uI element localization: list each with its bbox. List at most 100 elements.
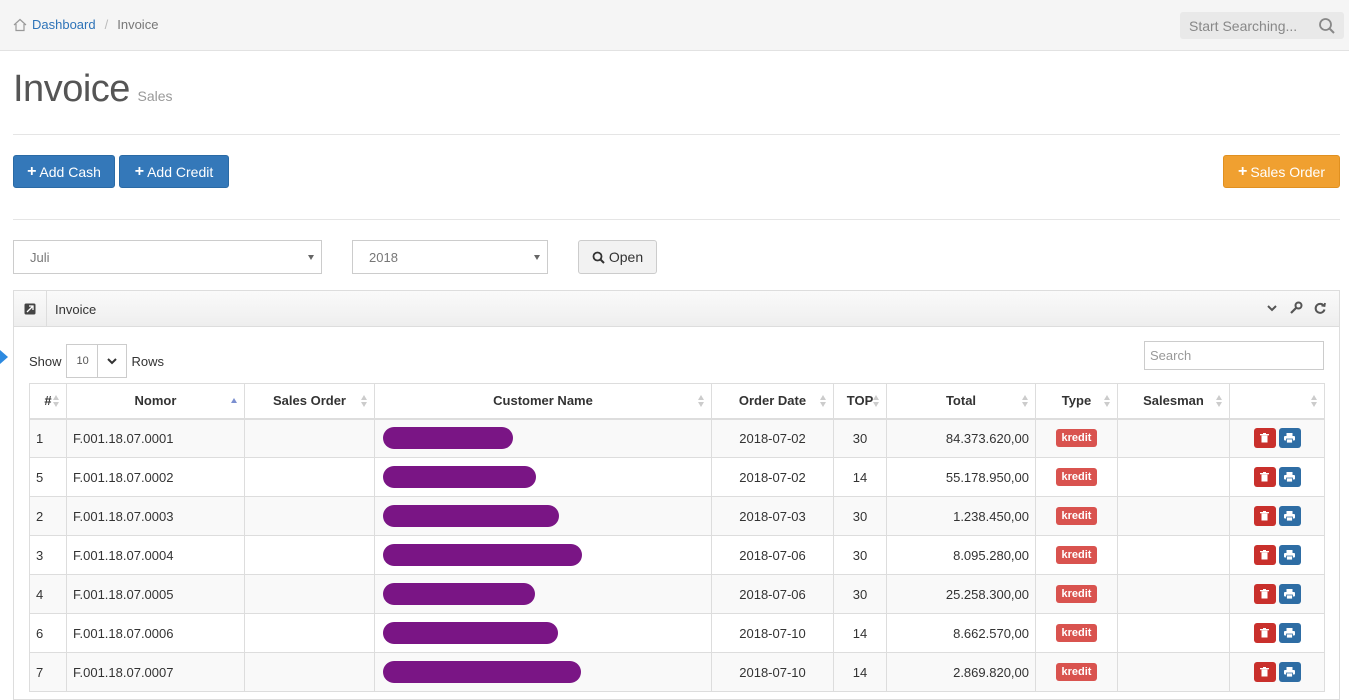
column-header[interactable]: Sales Order <box>244 383 375 420</box>
column-header[interactable] <box>1229 383 1325 420</box>
column-header[interactable]: Order Date <box>711 383 834 420</box>
top-bar: Dashboard / Invoice <box>0 0 1349 51</box>
delete-button[interactable] <box>1253 545 1276 565</box>
column-header-label: Type <box>1061 393 1092 409</box>
delete-button[interactable] <box>1253 428 1276 449</box>
row-actions <box>1236 428 1318 449</box>
cell-top: 30 <box>833 418 887 458</box>
print-button[interactable] <box>1278 506 1301 526</box>
delete-button[interactable] <box>1253 623 1276 643</box>
cell-type: kredit <box>1035 613 1118 653</box>
cell-customer-name <box>374 418 712 458</box>
cell-invoice-number: F.001.18.07.0001 <box>66 418 245 458</box>
plus-icon: + <box>1237 162 1248 180</box>
cell-total: 1.238.450,00 <box>886 496 1036 536</box>
row-actions <box>1236 545 1318 565</box>
page-length-value: 10 <box>76 355 89 367</box>
cell-total: 8.662.570,00 <box>886 613 1036 653</box>
page-subtitle: Sales <box>137 88 173 104</box>
table-row[interactable]: 2 F.001.18.07.0003 2018-07-03 30 1.238.450,0… <box>29 496 1325 536</box>
breadcrumb-dashboard-link[interactable]: Dashboard <box>32 17 96 32</box>
column-header-label: Customer Name <box>493 393 593 409</box>
cell-sales-order <box>244 535 375 575</box>
print-button[interactable] <box>1278 623 1301 643</box>
add-credit-label: Add Credit <box>147 163 214 180</box>
cell-type: kredit <box>1035 457 1118 497</box>
table-row[interactable]: 1 F.001.18.07.0001 2018-07-02 30 84.373.620,… <box>29 418 1325 458</box>
column-header[interactable]: TOP <box>833 383 887 420</box>
cell-customer-name <box>374 535 712 575</box>
cell-top: 14 <box>833 457 887 497</box>
page-length-select[interactable]: 10 <box>65 344 127 378</box>
collapse-arrow-icon[interactable] <box>0 350 8 364</box>
cell-sales-order <box>244 652 375 692</box>
cell-actions <box>1229 574 1325 614</box>
cell-sales-order <box>244 457 375 497</box>
cell-salesman <box>1117 574 1230 614</box>
print-button[interactable] <box>1278 584 1301 604</box>
delete-button[interactable] <box>1253 506 1276 526</box>
column-header[interactable]: Type <box>1035 383 1118 420</box>
print-button[interactable] <box>1278 467 1301 487</box>
column-header[interactable]: Nomor <box>66 383 245 420</box>
wrench-icon[interactable] <box>1289 301 1303 315</box>
add-cash-button[interactable]: + Add Cash <box>13 155 115 188</box>
table-row[interactable]: 5 F.001.18.07.0002 2018-07-02 14 55.178.950,… <box>29 457 1325 497</box>
redaction-scribble <box>383 622 558 644</box>
cell-order-date: 2018-07-10 <box>711 613 834 653</box>
row-actions <box>1236 662 1318 682</box>
column-header[interactable]: # <box>29 383 67 420</box>
chevron-down-icon[interactable] <box>1265 301 1279 315</box>
delete-button[interactable] <box>1253 467 1276 487</box>
table-row[interactable]: 7 F.001.18.07.0007 2018-07-10 14 2.869.820,0… <box>29 652 1325 692</box>
column-header[interactable]: Salesman <box>1117 383 1230 420</box>
cell-top: 14 <box>833 652 887 692</box>
cell-number: 2 <box>29 496 67 536</box>
year-select[interactable]: 2018 <box>352 240 548 274</box>
cell-salesman <box>1117 457 1230 497</box>
cell-top: 30 <box>833 496 887 536</box>
caret-down-icon <box>308 255 314 260</box>
table-row[interactable]: 4 F.001.18.07.0005 2018-07-06 30 25.258.300,… <box>29 574 1325 614</box>
cell-invoice-number: F.001.18.07.0005 <box>66 574 245 614</box>
month-select[interactable]: Juli <box>13 240 322 274</box>
cell-number: 1 <box>29 418 67 458</box>
print-button[interactable] <box>1278 545 1301 565</box>
cell-sales-order <box>244 418 375 458</box>
show-label: Show <box>29 353 62 369</box>
sales-order-label: Sales Order <box>1250 163 1326 180</box>
chevron-down-icon <box>96 345 126 377</box>
table-row[interactable]: 3 F.001.18.07.0004 2018-07-06 30 8.095.280,0… <box>29 535 1325 575</box>
refresh-icon[interactable] <box>1313 301 1327 315</box>
type-badge: kredit <box>1055 507 1098 525</box>
cell-actions <box>1229 496 1325 536</box>
print-icon <box>1284 511 1295 521</box>
cell-type: kredit <box>1035 496 1118 536</box>
delete-button[interactable] <box>1253 584 1276 604</box>
page-length-control: Show 10 Rows <box>29 344 164 378</box>
column-header[interactable]: Total <box>886 383 1036 420</box>
print-button[interactable] <box>1278 662 1301 682</box>
sales-order-button[interactable]: + Sales Order <box>1223 155 1340 188</box>
add-credit-button[interactable]: + Add Credit <box>119 155 229 188</box>
cell-invoice-number: F.001.18.07.0006 <box>66 613 245 653</box>
column-header[interactable]: Customer Name <box>374 383 712 420</box>
page-title: Invoice Sales <box>13 68 173 111</box>
cell-invoice-number: F.001.18.07.0004 <box>66 535 245 575</box>
table-search-input[interactable] <box>1144 341 1324 370</box>
print-button[interactable] <box>1278 428 1301 449</box>
open-button[interactable]: Open <box>578 240 657 274</box>
redaction-scribble <box>383 466 536 488</box>
delete-button[interactable] <box>1253 662 1276 682</box>
cell-salesman <box>1117 496 1230 536</box>
global-search <box>1180 12 1344 39</box>
table-row[interactable]: 6 F.001.18.07.0006 2018-07-10 14 8.662.570,0… <box>29 613 1325 653</box>
search-icon[interactable] <box>1318 17 1336 35</box>
cell-salesman <box>1117 535 1230 575</box>
cell-top: 30 <box>833 574 887 614</box>
sort-icon <box>698 395 705 407</box>
cell-invoice-number: F.001.18.07.0002 <box>66 457 245 497</box>
global-search-input[interactable] <box>1180 12 1314 39</box>
trash-icon <box>1260 667 1269 677</box>
cell-number: 3 <box>29 535 67 575</box>
